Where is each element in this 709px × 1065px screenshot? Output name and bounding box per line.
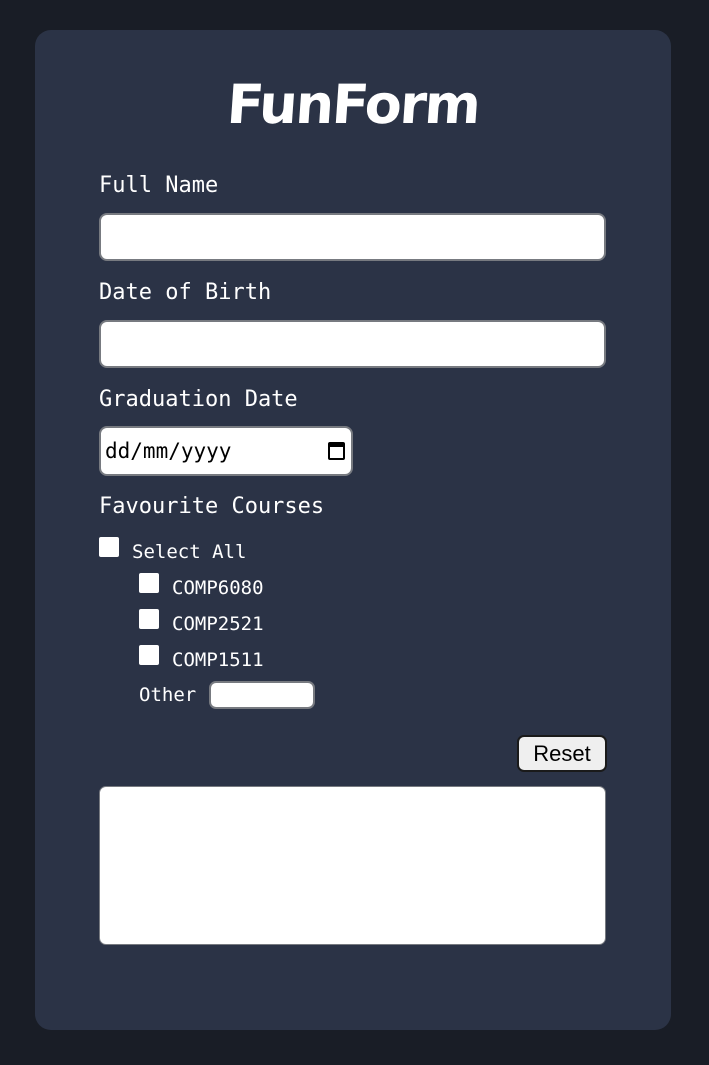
course-row-comp1511: COMP1511 [139,645,264,671]
output-textarea[interactable] [99,786,606,945]
course-label-comp6080: COMP6080 [172,577,264,599]
full-name-input[interactable] [99,213,606,261]
course-label-comp1511: COMP1511 [172,649,264,671]
course-checkbox-comp6080[interactable] [139,573,159,593]
course-label-comp2521: COMP2521 [172,613,264,635]
form-card: FunForm Full Name Date of Birth Graduati… [35,30,671,1030]
course-row-comp6080: COMP6080 [139,573,264,599]
graduation-date-placeholder: dd/mm/yyyy [105,439,232,463]
other-course-row: Other [139,681,316,709]
full-name-label: Full Name [99,173,219,198]
select-all-row: Select All [99,537,247,563]
select-all-checkbox[interactable] [99,537,119,557]
reset-button[interactable]: Reset [517,735,607,772]
date-of-birth-input[interactable] [99,320,606,368]
course-row-comp2521: COMP2521 [139,609,264,635]
favourite-courses-label: Favourite Courses [99,494,325,519]
graduation-date-label: Graduation Date [99,387,298,412]
select-all-label: Select All [132,541,247,563]
calendar-icon[interactable] [328,442,345,460]
course-checkbox-comp1511[interactable] [139,645,159,665]
other-course-label: Other [139,684,197,706]
graduation-date-input[interactable]: dd/mm/yyyy [99,426,353,476]
other-course-input[interactable] [209,681,316,709]
date-of-birth-label: Date of Birth [99,280,272,305]
course-checkbox-comp2521[interactable] [139,609,159,629]
form-title: FunForm [224,73,482,136]
